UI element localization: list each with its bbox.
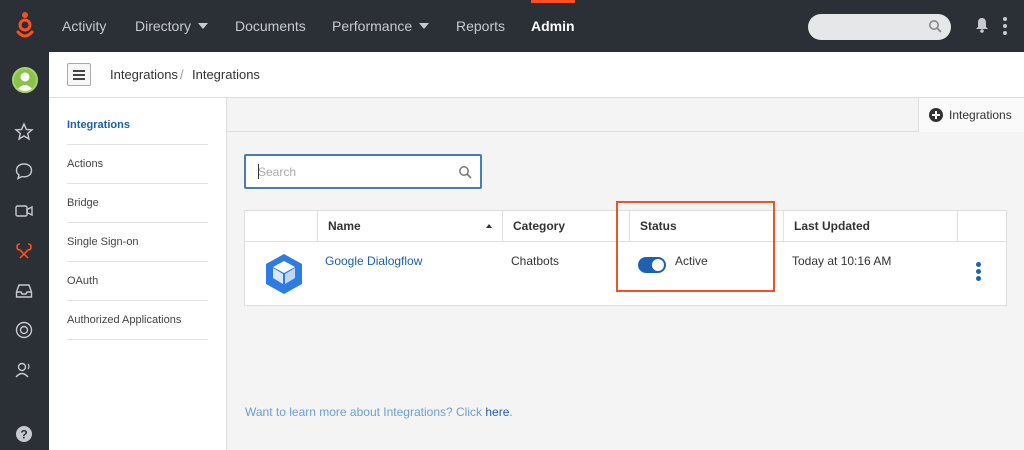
video-icon[interactable] [14,201,34,221]
column-header-name-label: Name [328,219,361,233]
top-nav-bar: Activity Directory Documents Performance… [0,0,1024,52]
nav-performance[interactable]: Performance [332,0,430,52]
nav-documents-label: Documents [235,18,306,34]
left-rail: ? [0,52,49,450]
add-integration-label: Integrations [949,108,1012,122]
chat-icon[interactable] [14,161,34,181]
subnav-item-authorized-applications[interactable]: Authorized Applications [67,301,208,340]
hamburger-menu-button[interactable] [67,63,91,86]
sort-ascending-icon[interactable] [486,224,492,228]
kebab-dot [976,269,981,274]
add-circle-icon [929,108,943,122]
nav-activity[interactable]: Activity [62,0,106,52]
inbox-icon[interactable] [14,281,34,301]
column-header-category-label: Category [513,219,566,233]
nav-admin-label: Admin [531,18,575,34]
chevron-down-icon [198,23,209,30]
nav-performance-label: Performance [332,18,413,34]
chevron-down-icon [419,23,430,30]
page-header: Integrations / Integrations [49,52,1024,98]
nav-reports[interactable]: Reports [456,0,505,52]
learn-more-text: Want to learn more about Integrations? C… [245,405,513,419]
column-header-name[interactable]: Name [317,211,502,241]
action-bar: Integrations [227,98,1024,132]
global-search-input[interactable] [808,14,951,40]
nav-documents[interactable]: Documents [235,0,306,52]
breadcrumb-separator: / [180,67,184,82]
genesys-logo-icon[interactable] [14,11,36,41]
integration-category: Chatbots [511,254,560,268]
svg-text:?: ? [20,428,27,442]
search-box [244,154,482,189]
column-header-actions [957,211,1007,241]
help-lifebuoy-icon[interactable] [14,320,34,340]
breadcrumb-item-integrations[interactable]: Integrations [110,52,178,98]
integrations-icon[interactable] [14,241,34,261]
help-icon[interactable]: ? [14,424,34,444]
breadcrumb-item-current: Integrations [192,67,260,82]
search-input[interactable] [246,156,446,187]
star-icon[interactable] [14,122,34,142]
last-updated-value: Today at 10:16 AM [792,254,892,268]
hamburger-icon-line [73,74,85,76]
nav-reports-label: Reports [456,18,506,34]
integration-name-link[interactable]: Google Dialogflow [325,254,422,268]
subnav-item-integrations[interactable]: Integrations [67,106,208,145]
subnav-item-actions[interactable]: Actions [67,145,208,184]
avatar[interactable] [12,67,38,93]
learn-more-suffix: . [509,405,513,419]
nav-directory-label: Directory [135,18,192,34]
user-voice-icon[interactable] [14,360,34,380]
status-highlight-box [616,201,775,292]
kebab-dot [976,276,981,281]
learn-more-link[interactable]: here [485,405,509,419]
search-icon [929,20,942,33]
nav-activity-label: Activity [62,18,107,34]
kebab-dot [976,262,981,267]
nav-directory[interactable]: Directory [135,0,209,52]
text-cursor [258,164,259,179]
subnav-item-oauth[interactable]: OAuth [67,262,208,301]
nav-admin[interactable]: Admin [531,0,575,52]
column-header-last-updated-label: Last Updated [794,219,871,233]
subnav-item-bridge[interactable]: Bridge [67,184,208,223]
notifications-bell-icon[interactable] [975,17,989,33]
subnav-item-single-sign-on[interactable]: Single Sign-on [67,223,208,262]
integrations-subnav: Integrations Actions Bridge Single Sign-… [49,98,227,450]
learn-more-prefix: Want to learn more about Integrations? C… [245,405,486,419]
hamburger-icon-line [73,78,85,80]
row-more-options-icon[interactable] [976,262,981,282]
add-integration-button[interactable]: Integrations [918,98,1024,132]
more-options-icon[interactable] [1003,17,1007,35]
column-header-category[interactable]: Category [502,211,629,241]
search-icon [459,166,472,179]
column-header-last-updated[interactable]: Last Updated [783,211,957,241]
dialogflow-icon [266,254,302,294]
hamburger-icon [73,70,85,72]
